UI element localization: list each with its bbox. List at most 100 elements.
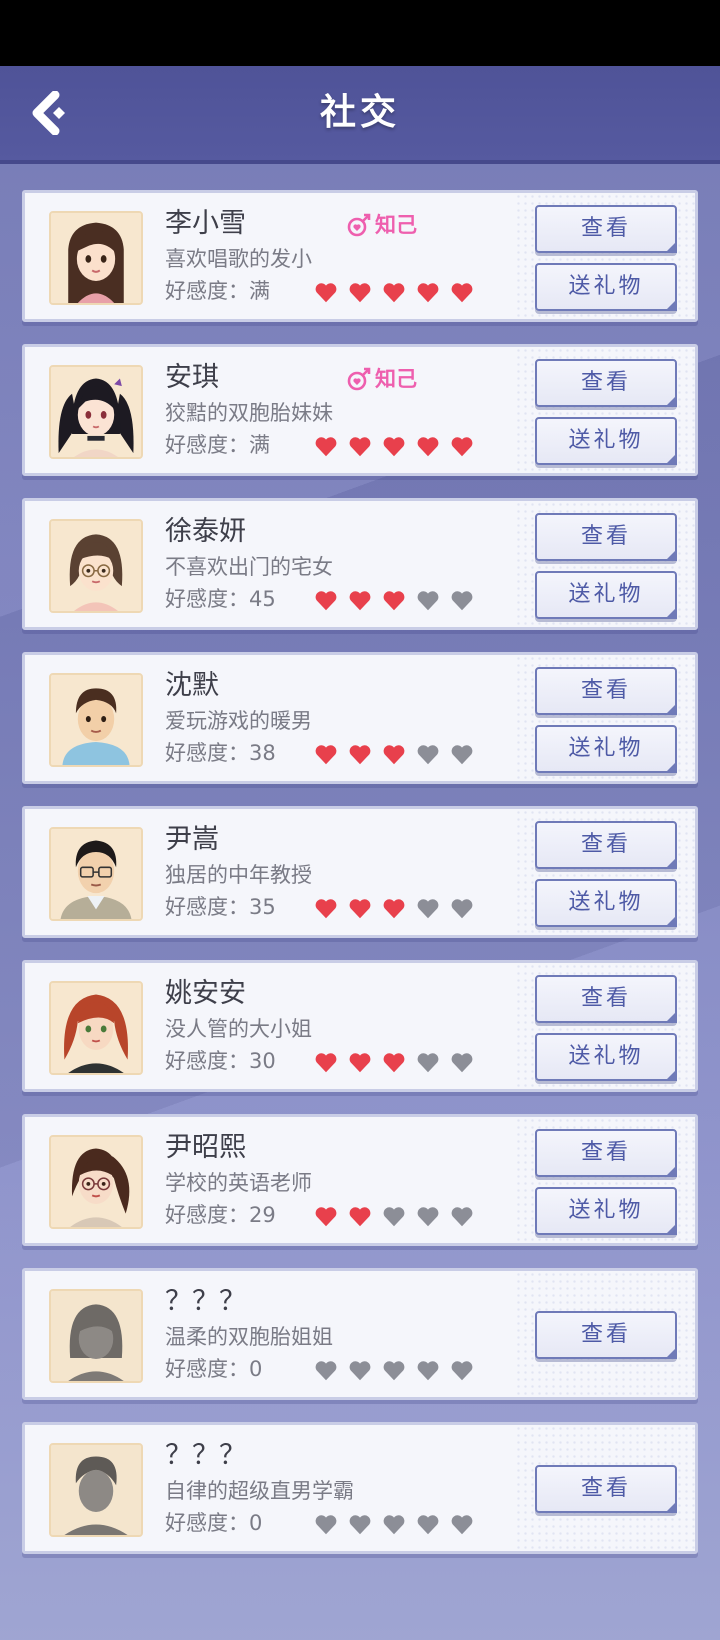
avatar-girl-glasses-bob (49, 519, 143, 613)
affection-label: 好感度：满 (165, 433, 270, 457)
heart-filled-icon (451, 283, 473, 303)
avatar-portrait (51, 1137, 141, 1227)
affection-label: 好感度：0 (165, 1357, 263, 1381)
affection-label: 好感度：30 (165, 1049, 276, 1073)
avatar-woman-glasses-ponytail (49, 1135, 143, 1229)
character-card: 李小雪 知己 喜欢唱歌的发小 好感度：满 查看 送礼物 (22, 190, 698, 322)
heart-filled-icon (349, 1207, 371, 1227)
heart-empty-icon (451, 1515, 473, 1535)
affection-hearts (313, 1359, 475, 1383)
send-gift-button[interactable]: 送礼物 (535, 571, 677, 619)
character-description: 温柔的双胞胎姐姐 (165, 1325, 333, 1349)
heart-filled-icon (315, 745, 337, 765)
affection-hearts (313, 1513, 475, 1537)
character-description: 爱玩游戏的暖男 (165, 709, 312, 733)
heart-filled-icon (383, 1053, 405, 1073)
send-gift-button[interactable]: 送礼物 (535, 1187, 677, 1235)
status-bar (0, 0, 720, 66)
character-description: 学校的英语老师 (165, 1171, 312, 1195)
heart-filled-icon (383, 437, 405, 457)
heart-empty-icon (417, 899, 439, 919)
heart-filled-icon (349, 283, 371, 303)
avatar-girl-long-hair (49, 211, 143, 305)
affection-label: 好感度：35 (165, 895, 276, 919)
view-button[interactable]: 查看 (535, 821, 677, 869)
heart-empty-icon (417, 1515, 439, 1535)
heart-empty-icon (417, 1207, 439, 1227)
character-name: 徐泰妍 (165, 516, 246, 547)
character-card: ？？？ 温柔的双胞胎姐姐 好感度：0 查看 (22, 1268, 698, 1400)
character-name: 李小雪 (165, 208, 246, 239)
top-bar: 社交 (0, 66, 720, 164)
gender-heart-icon (347, 367, 371, 391)
heart-empty-icon (315, 1515, 337, 1535)
character-card: 徐泰妍 不喜欢出门的宅女 好感度：45 查看 送礼物 (22, 498, 698, 630)
affection-hearts (313, 589, 475, 613)
character-description: 狡黠的双胞胎妹妹 (165, 401, 333, 425)
send-gift-button[interactable]: 送礼物 (535, 417, 677, 465)
view-button[interactable]: 查看 (535, 1311, 677, 1359)
affection-label: 好感度：0 (165, 1511, 263, 1535)
heart-filled-icon (349, 437, 371, 457)
character-card: 尹昭熙 学校的英语老师 好感度：29 查看 送礼物 (22, 1114, 698, 1246)
send-gift-button[interactable]: 送礼物 (535, 263, 677, 311)
heart-empty-icon (417, 591, 439, 611)
avatar-portrait (51, 1291, 141, 1381)
view-button[interactable]: 查看 (535, 205, 677, 253)
avatar-man-glasses (49, 827, 143, 921)
heart-filled-icon (349, 591, 371, 611)
heart-filled-icon (349, 899, 371, 919)
heart-empty-icon (383, 1515, 405, 1535)
avatar-portrait (51, 1445, 141, 1535)
avatar-locked-girl (49, 1289, 143, 1383)
character-name: 沈默 (165, 670, 219, 701)
heart-empty-icon (315, 1361, 337, 1381)
character-card: 安琪 知己 狡黠的双胞胎妹妹 好感度：满 查看 送礼物 (22, 344, 698, 476)
heart-filled-icon (315, 437, 337, 457)
heart-filled-icon (417, 437, 439, 457)
heart-filled-icon (417, 283, 439, 303)
affection-hearts (313, 1051, 475, 1075)
character-description: 没人管的大小姐 (165, 1017, 312, 1041)
view-button[interactable]: 查看 (535, 667, 677, 715)
affection-hearts (313, 281, 475, 305)
heart-empty-icon (451, 1053, 473, 1073)
send-gift-button[interactable]: 送礼物 (535, 1033, 677, 1081)
character-name: ？？？ (165, 1286, 246, 1317)
avatar-boy-hoodie (49, 673, 143, 767)
view-button[interactable]: 查看 (535, 1129, 677, 1177)
heart-empty-icon (383, 1361, 405, 1381)
affection-label: 好感度：38 (165, 741, 276, 765)
affection-label: 好感度：满 (165, 279, 270, 303)
gender-heart-icon (347, 213, 371, 237)
heart-filled-icon (383, 591, 405, 611)
heart-filled-icon (315, 1207, 337, 1227)
page-title: 社交 (319, 92, 400, 133)
heart-filled-icon (383, 745, 405, 765)
view-button[interactable]: 查看 (535, 1465, 677, 1513)
avatar-portrait (51, 521, 141, 611)
view-button[interactable]: 查看 (535, 359, 677, 407)
heart-empty-icon (451, 1207, 473, 1227)
character-card: 尹嵩 独居的中年教授 好感度：35 查看 送礼物 (22, 806, 698, 938)
affection-hearts (313, 897, 475, 921)
view-button[interactable]: 查看 (535, 975, 677, 1023)
character-name: 安琪 (165, 362, 219, 393)
send-gift-button[interactable]: 送礼物 (535, 725, 677, 773)
heart-empty-icon (451, 591, 473, 611)
view-button[interactable]: 查看 (535, 513, 677, 561)
heart-filled-icon (383, 899, 405, 919)
character-name: 尹昭熙 (165, 1132, 246, 1163)
relation-label: 知己 (375, 367, 417, 391)
character-name: 尹嵩 (165, 824, 219, 855)
heart-filled-icon (315, 591, 337, 611)
affection-label: 好感度：45 (165, 587, 276, 611)
avatar-portrait (51, 983, 141, 1073)
character-description: 喜欢唱歌的发小 (165, 247, 312, 271)
heart-filled-icon (451, 437, 473, 457)
heart-empty-icon (417, 1053, 439, 1073)
heart-empty-icon (451, 1361, 473, 1381)
character-card: ？？？ 自律的超级直男学霸 好感度：0 查看 (22, 1422, 698, 1554)
send-gift-button[interactable]: 送礼物 (535, 879, 677, 927)
avatar-portrait (51, 675, 141, 765)
